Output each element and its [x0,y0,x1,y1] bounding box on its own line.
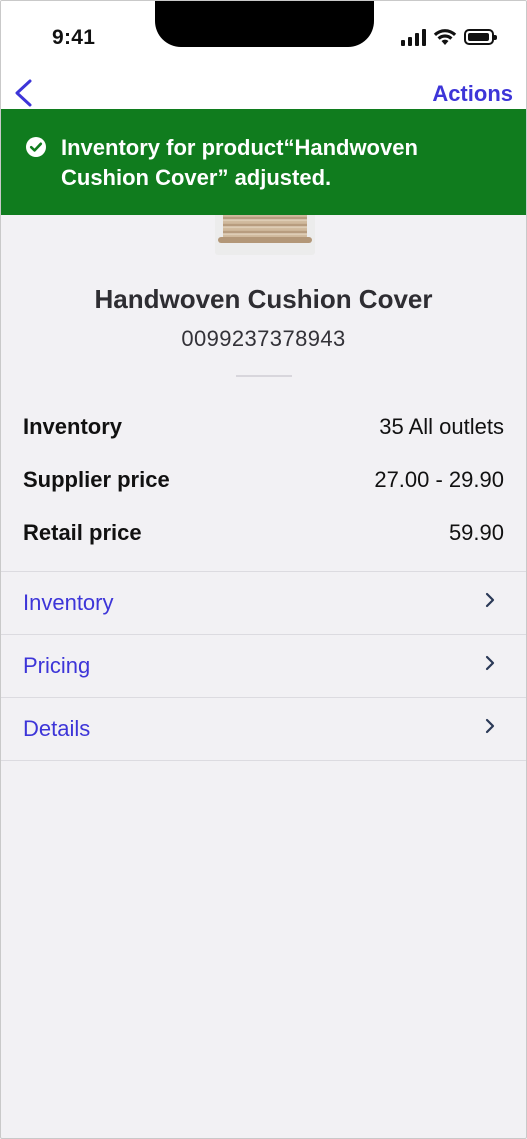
inventory-value: 35 All outlets [379,414,504,439]
divider [236,375,292,377]
inventory-label: Inventory [23,414,123,439]
details-link-row[interactable]: Details [1,697,526,760]
battery-icon [464,29,497,45]
device-notch [155,1,374,47]
product-sku: 0099237378943 [181,326,346,351]
wifi-icon [433,29,457,45]
check-circle-icon [26,137,46,157]
back-chevron-icon[interactable] [11,77,39,109]
navigation-bar: Actions [1,71,526,111]
phone-screen: 9:41 Actions Inventory for product“Handw… [0,0,527,1139]
chevron-right-icon [485,655,495,671]
retail-price-value: 59.90 [448,520,504,545]
retail-price-label: Retail price [23,520,142,545]
inventory-link-row[interactable]: Inventory [1,571,526,634]
cushion-thumbnail-edge [218,237,312,243]
retail-price-row: Retail price 59.90 [23,520,504,546]
pricing-link-row[interactable]: Pricing [1,634,526,697]
chevron-right-icon [485,592,495,608]
status-time: 9:41 [52,26,96,49]
toast-message: Inventory for product“Handwoven Cushion … [61,135,418,190]
details-link-label: Details [23,716,91,741]
supplier-price-row: Supplier price 27.00 - 29.90 [23,467,504,493]
supplier-price-label: Supplier price [23,467,170,492]
success-toast: Inventory for product“Handwoven Cushion … [1,109,526,215]
cellular-signal-icon [401,28,426,46]
pricing-link-label: Pricing [23,653,91,678]
inventory-link-label: Inventory [23,590,114,615]
actions-button[interactable]: Actions [432,81,513,107]
status-bar: 9:41 [1,1,526,71]
product-image [215,215,315,255]
inventory-summary-row: Inventory 35 All outlets [23,414,504,440]
status-icons [401,27,497,47]
supplier-price-value: 27.00 - 29.90 [374,467,504,492]
chevron-right-icon [485,718,495,734]
list-bottom-divider [1,760,526,761]
product-title: Handwoven Cushion Cover [94,284,433,314]
